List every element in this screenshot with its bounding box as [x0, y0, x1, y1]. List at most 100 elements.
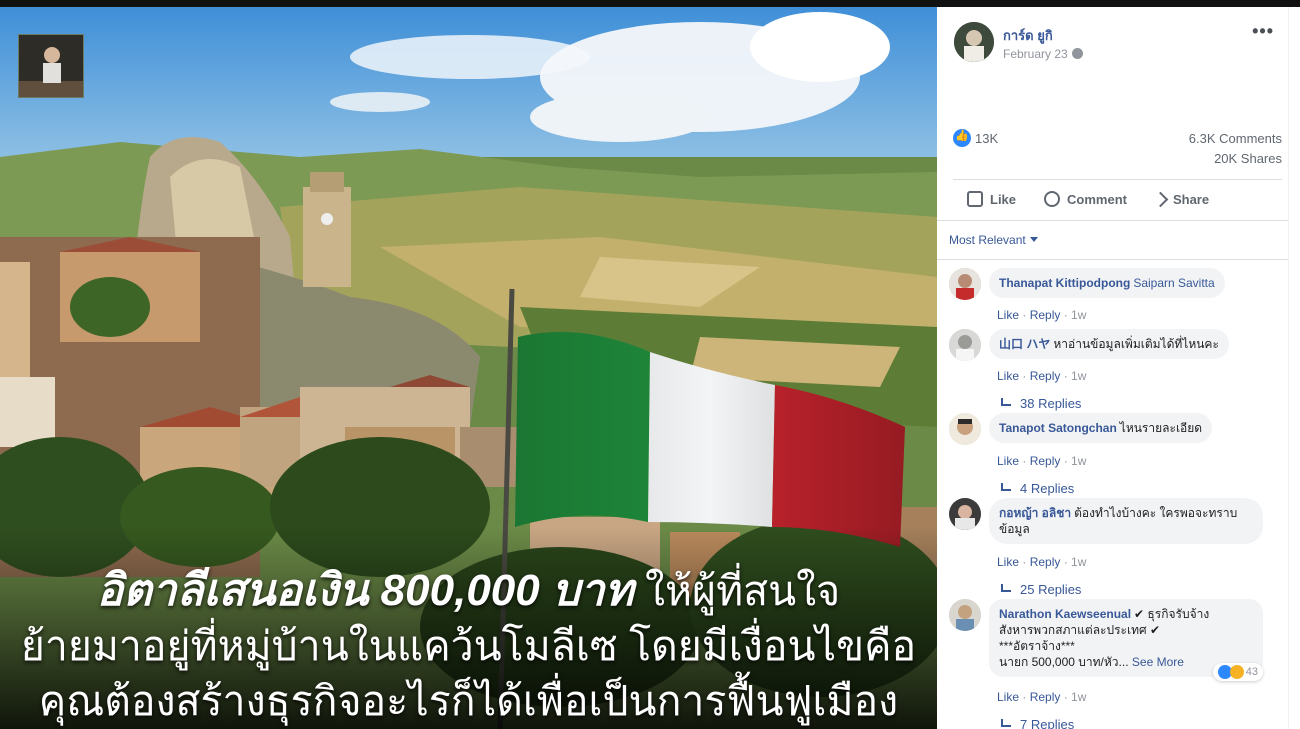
post-headline: อิตาลีเสนอเงิน 800,000 บาท ให้ผู้ที่สนใจ…: [0, 563, 937, 729]
comment-text-line3: ***อัตราจ้าง***: [999, 639, 1075, 653]
divider: [937, 259, 1288, 260]
view-replies-link[interactable]: 7 Replies: [1001, 717, 1074, 729]
comments-count[interactable]: 6.3K Comments: [1189, 131, 1282, 146]
divider: [953, 179, 1282, 180]
shares-count[interactable]: 20K Shares: [1214, 151, 1282, 166]
comment-icon: [1044, 191, 1061, 207]
comment-reactions[interactable]: 43: [1212, 663, 1263, 681]
commenter-avatar-image: [949, 329, 981, 361]
view-replies-link[interactable]: 25 Replies: [1001, 582, 1081, 597]
comment-text-line2: สังหารพวกสภาแต่ละประเทศ ✔: [999, 623, 1161, 637]
view-replies-link[interactable]: 4 Replies: [1001, 481, 1074, 496]
share-label: Share: [1172, 191, 1210, 207]
comment-like-link[interactable]: Like: [997, 690, 1019, 704]
like-reaction-icon: [953, 129, 971, 147]
comment-reply-link[interactable]: Reply: [1030, 369, 1061, 383]
comment-like-link[interactable]: Like: [997, 308, 1019, 322]
post-actions: Like Comment Share: [953, 187, 1283, 211]
comment-time[interactable]: 1w: [1071, 308, 1086, 322]
replies-count[interactable]: 7 Replies: [1020, 717, 1074, 729]
caret-down-icon: [1029, 237, 1038, 242]
commenter-avatar-image: [949, 413, 981, 445]
comment-button[interactable]: Comment: [1030, 187, 1141, 211]
replies-count[interactable]: 38 Replies: [1020, 396, 1081, 411]
see-more-link[interactable]: See More: [1132, 655, 1184, 669]
comment-time[interactable]: 1w: [1071, 454, 1086, 468]
comment-sort-dropdown[interactable]: Most Relevant: [949, 233, 1038, 247]
comment-item: กอหญ้า อลิชา ต้องทำไงบ้างคะ ใครพอจะทราบ ข…: [949, 498, 1287, 598]
post-photo[interactable]: อิตาลีเสนอเงิน 800,000 บาท ให้ผู้ที่สนใจ…: [0, 7, 937, 729]
like-button[interactable]: Like: [953, 187, 1030, 211]
commenter-name[interactable]: 山口 ハヤ: [999, 337, 1050, 351]
comment-item: Narathon Kaewseenual ✔ ธุรกิจรับจ้าง สังห…: [949, 599, 1287, 729]
top-strip: [0, 0, 1300, 7]
comment-meta: Like · Reply · 1w: [997, 454, 1087, 468]
comment-time[interactable]: 1w: [1071, 369, 1086, 383]
post-date-text[interactable]: February 23: [1003, 47, 1068, 61]
comment-like-link[interactable]: Like: [997, 369, 1019, 383]
share-button[interactable]: Share: [1141, 187, 1223, 211]
commenter-avatar-image: [949, 599, 981, 631]
comment-time[interactable]: 1w: [1071, 690, 1086, 704]
commenter-name[interactable]: Narathon Kaewseenual: [999, 607, 1131, 621]
comment-reply-link[interactable]: Reply: [1030, 308, 1061, 322]
replies-count[interactable]: 4 Replies: [1020, 481, 1074, 496]
comment-bubble: Narathon Kaewseenual ✔ ธุรกิจรับจ้าง สังห…: [989, 599, 1263, 681]
commenter-name[interactable]: กอหญ้า อลิชา: [999, 506, 1071, 520]
more-options-icon[interactable]: •••: [1252, 21, 1274, 42]
page-thumbnail-avatar[interactable]: [18, 34, 84, 98]
headline-line2: ย้ายมาอยู่ที่หมู่บ้านในแคว้นโมลีเซ โดยมี…: [20, 623, 917, 669]
reply-arrow-icon: [1001, 483, 1011, 491]
commenter-avatar[interactable]: [949, 413, 981, 445]
likes-value[interactable]: 13K: [975, 131, 998, 146]
commenter-avatar[interactable]: [949, 329, 981, 361]
comment-bubble: Tanapot Satongchan ไหนรายละเอียด: [989, 413, 1213, 443]
view-replies-link[interactable]: 38 Replies: [1001, 396, 1081, 411]
author-name[interactable]: การ์ด ยูกิ: [1003, 25, 1053, 46]
comment-meta: Like · Reply · 1w: [997, 555, 1087, 569]
comment-item: Tanapot Satongchan ไหนรายละเอียด Like · R…: [949, 413, 1287, 496]
comment-text-line2: ข้อมูล: [999, 522, 1030, 536]
comment-bubble: กอหญ้า อลิชา ต้องทำไงบ้างคะ ใครพอจะทราบ ข…: [989, 498, 1263, 544]
commenter-avatar-image: [949, 498, 981, 530]
reply-arrow-icon: [1001, 398, 1011, 406]
reply-arrow-icon: [1001, 719, 1011, 727]
comment-meta: Like · Reply · 1w: [997, 690, 1087, 704]
sort-label[interactable]: Most Relevant: [949, 233, 1026, 247]
comment-bubble: Thanapat Kittipodpong Saiparn Savitta: [989, 268, 1225, 298]
commenter-avatar[interactable]: [949, 268, 981, 300]
commenter-name[interactable]: Tanapot Satongchan: [999, 421, 1117, 435]
comment-reply-link[interactable]: Reply: [1030, 454, 1061, 468]
comment-reply-link[interactable]: Reply: [1030, 690, 1061, 704]
replies-count[interactable]: 25 Replies: [1020, 582, 1081, 597]
comment-meta: Like · Reply · 1w: [997, 369, 1087, 383]
comment-reply-link[interactable]: Reply: [1030, 555, 1061, 569]
comment-like-link[interactable]: Like: [997, 454, 1019, 468]
post-date[interactable]: February 23: [1003, 47, 1083, 61]
comment-label: Comment: [1067, 191, 1127, 207]
scrollbar[interactable]: [1288, 7, 1300, 729]
comment-item: 山口 ハヤ หาอ่านข้อมูลเพิ่มเติมได้ที่ไหนคะ Li…: [949, 329, 1287, 411]
comment-meta: Like · Reply · 1w: [997, 308, 1087, 322]
headline-line3: คุณต้องสร้างธุรกิจอะไรก็ได้เพื่อเป็นการฟ…: [38, 678, 899, 724]
author-avatar[interactable]: [954, 22, 994, 62]
commenter-avatar[interactable]: [949, 599, 981, 631]
reply-arrow-icon: [1001, 584, 1011, 592]
comment-text: ไหนรายละเอียด: [1119, 421, 1203, 435]
post-side-panel: การ์ด ยูกิ February 23 ••• 13K 6.3K Comm…: [937, 7, 1300, 729]
like-count[interactable]: 13K: [953, 129, 998, 147]
comment-like-link[interactable]: Like: [997, 555, 1019, 569]
comment-text: ✔ ธุรกิจรับจ้าง: [1134, 607, 1210, 621]
comment-text-line4: นายก 500,000 บาท/หัว...: [999, 655, 1129, 669]
headline-rest: ให้ผู้ที่สนใจ: [645, 568, 841, 614]
like-label: Like: [990, 191, 1017, 207]
commenter-name[interactable]: Thanapat Kittipodpong: [999, 276, 1130, 290]
comment-text: หาอ่านข้อมูลเพิ่มเติมได้ที่ไหนคะ: [1053, 337, 1219, 351]
share-icon: [1152, 191, 1169, 207]
comment-time[interactable]: 1w: [1071, 555, 1086, 569]
commenter-avatar[interactable]: [949, 498, 981, 530]
commenter-avatar-image: [949, 268, 981, 300]
haha-reaction-icon: [1229, 665, 1244, 679]
comment-text[interactable]: Saiparn Savitta: [1133, 276, 1214, 290]
divider: [937, 220, 1288, 221]
